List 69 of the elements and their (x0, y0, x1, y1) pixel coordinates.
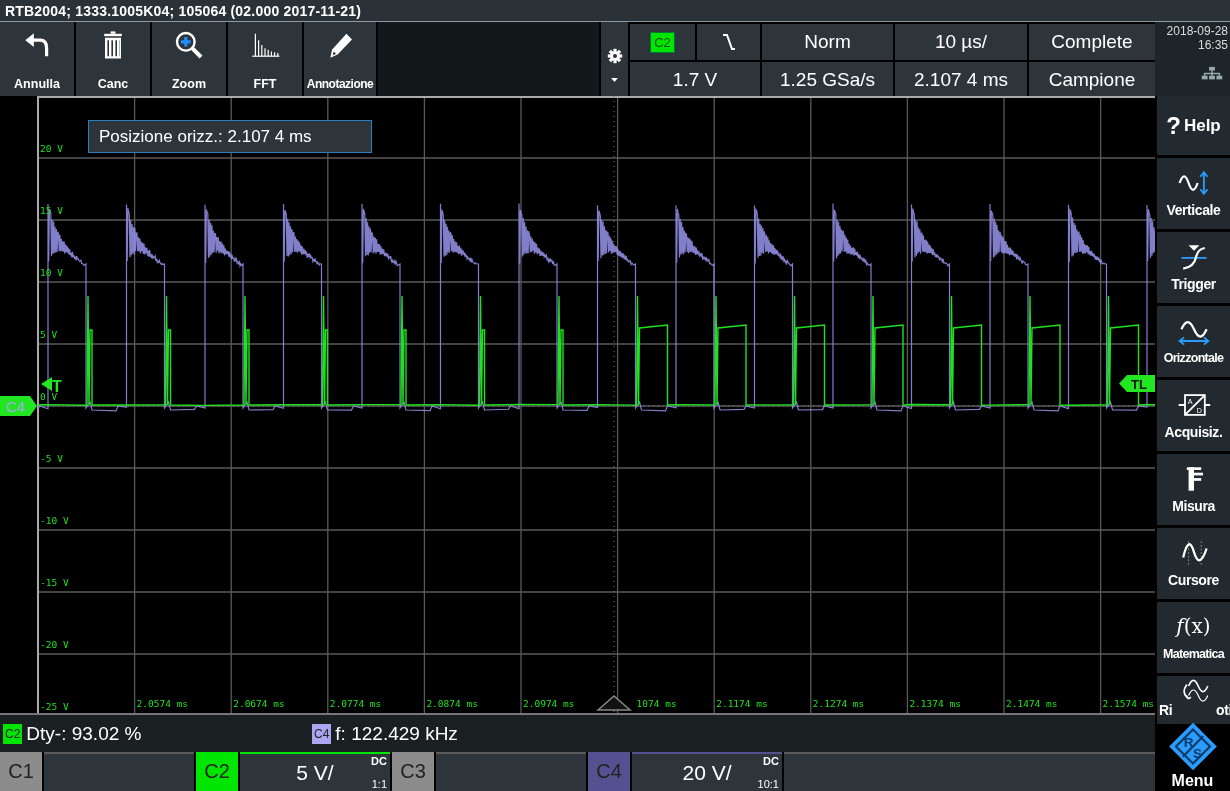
sample-rate[interactable]: 1.25 GSa/s (762, 62, 893, 98)
caret-icon (611, 78, 618, 82)
axis-label: 20 V (40, 143, 63, 154)
time-text: 16:35 (1197, 38, 1228, 52)
sidebar-button[interactable]: Orizzontale (1157, 306, 1230, 377)
toolbar-button[interactable]: Annotazione (304, 22, 376, 96)
acquisition-mode[interactable]: Campione (1029, 62, 1155, 98)
falling-edge-icon (720, 32, 737, 52)
axis-label: 2.1474 ms (1006, 698, 1058, 709)
sidebar-button[interactable]: f(x) Matematica (1157, 602, 1230, 673)
toolbar-button[interactable]: Canc (76, 22, 150, 96)
probe-ratio: 10:1 (757, 778, 779, 790)
axis-label: 2.1274 ms (812, 698, 865, 709)
settings-icon (606, 48, 623, 64)
time-scale[interactable]: 10 µs/ (895, 24, 1027, 60)
trigger-level-marker[interactable]: TL (1119, 375, 1155, 392)
trigger-mode[interactable]: Norm (762, 24, 893, 60)
sidebar-button[interactable]: A D Acquisiz. (1157, 380, 1230, 451)
channel-panel[interactable]: 20 V/ DC 10:1 (632, 752, 782, 791)
sidebar-button[interactable]: Verticale (1157, 158, 1230, 229)
channel-badge: C4 (312, 723, 332, 744)
axis-label: -10 V (40, 515, 69, 526)
horizontal-position[interactable]: 2.107 4 ms (895, 62, 1027, 98)
axis-label: 2.1574 ms (1102, 698, 1155, 709)
acquisition-state[interactable]: Complete (1029, 24, 1155, 60)
trigger-position-icon[interactable] (596, 695, 632, 711)
axis-label: 2.1174 ms (716, 698, 768, 709)
axis-label: 2.0974 ms (523, 698, 575, 709)
zoom-in-icon (173, 29, 205, 61)
axis-label: -5 V (40, 453, 63, 464)
trigger-level[interactable]: 1.7 V (630, 62, 760, 98)
channel-coupling: DC (371, 755, 387, 767)
axis-label: -15 V (40, 577, 69, 588)
sidebar-button[interactable]: ?Help (1157, 96, 1230, 155)
channel-badge: C2 (3, 723, 23, 744)
axis-label: 0 V (40, 391, 58, 402)
window-title: RTB2004; 1333.1005K04; 105064 (02.000 2017-11-21) (5, 2, 362, 19)
channel-scale: 20 V/ (682, 760, 732, 785)
network-icon (1201, 66, 1223, 81)
axis-label: -25 V (40, 701, 69, 712)
function-icon: f(x) (1176, 614, 1211, 642)
toolbar-button[interactable]: Zoom (152, 22, 226, 96)
channel-scale: 5 V/ (296, 760, 334, 785)
toolbar-button[interactable]: Annulla (0, 22, 74, 96)
trigger-source-badge: C2 (650, 31, 675, 53)
axis-label: 5 V (40, 329, 58, 340)
channel-coupling: DC (763, 755, 779, 767)
measurement-value: Dty-: 93.02 % (26, 722, 142, 745)
axis-label: 1074 ms (636, 698, 677, 709)
channel-button[interactable]: C1 (0, 752, 42, 791)
axis-label: 2.1374 ms (909, 698, 961, 709)
axis-label: 2.0774 ms (329, 698, 382, 709)
channel-button[interactable]: C3 (392, 752, 434, 791)
sidebar-button[interactable]: Misura (1157, 454, 1230, 525)
sidebar-button[interactable]: Cursore (1157, 528, 1230, 599)
probe-ratio: 1:1 (371, 778, 387, 790)
channel-button[interactable]: C2 (196, 752, 238, 791)
settings-button[interactable] (601, 22, 628, 96)
toolbar-button[interactable]: FFT (228, 22, 302, 96)
sidebar-button[interactable]: Trigger (1157, 232, 1230, 303)
measurement-value: f: 122.429 kHz (335, 722, 458, 745)
axis-label: 2.0674 ms (233, 698, 285, 709)
channel-panel[interactable]: 5 V/ DC 1:1 (240, 752, 390, 791)
position-popup: Posizione orizz.: 2.107 4 ms (88, 120, 372, 153)
axis-label: 2.0874 ms (426, 698, 478, 709)
axis-label: -20 V (40, 639, 69, 650)
axis-label: 2.0574 ms (136, 698, 189, 709)
axis-label: 10 V (40, 267, 63, 278)
date-text: 2018-09-28 (1166, 24, 1228, 38)
